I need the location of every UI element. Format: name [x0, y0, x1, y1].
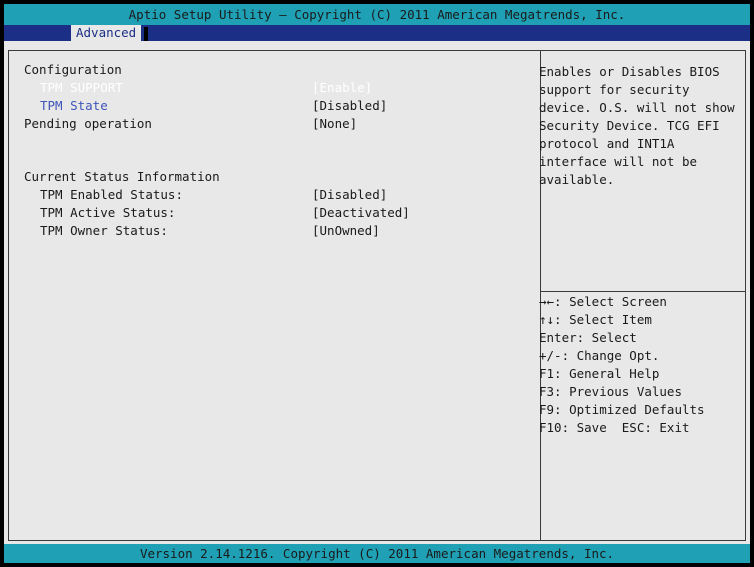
status-owner-label: TPM Owner Status:	[40, 223, 168, 238]
setting-tpm-state-label[interactable]: TPM State	[40, 97, 108, 115]
status-active-value: [Deactivated]	[312, 205, 410, 220]
key-select-screen: →←: Select Screen	[539, 294, 667, 309]
key-previous-values: F3: Previous Values	[539, 384, 682, 399]
main-panel: Configuration TPM SUPPORT [Enable] TPM S…	[4, 41, 750, 544]
help-section-divider	[540, 291, 746, 292]
setting-tpm-support-value[interactable]: [Enable]	[312, 79, 372, 97]
key-save-exit: F10: Save ESC: Exit	[539, 420, 690, 435]
status-active-label: TPM Active Status:	[40, 205, 176, 220]
status-enabled-value: [Disabled]	[312, 187, 388, 202]
tab-advanced[interactable]: Advanced	[71, 25, 142, 41]
status-heading: Current Status Information	[24, 169, 220, 184]
key-enter-select: Enter: Select	[539, 330, 637, 345]
key-change-opt: +/-: Change Opt.	[539, 348, 660, 363]
setting-pending-operation-label: Pending operation	[24, 116, 152, 131]
tab-label: Advanced	[76, 25, 137, 40]
bios-screen: Aptio Setup Utility – Copyright (C) 2011…	[0, 0, 754, 567]
configuration-heading: Configuration	[24, 62, 122, 77]
status-owner-value: [UnOwned]	[312, 223, 380, 238]
key-optimized-defaults: F9: Optimized Defaults	[539, 402, 705, 417]
status-enabled-label: TPM Enabled Status:	[40, 187, 183, 202]
key-general-help: F1: General Help	[539, 366, 660, 381]
title-bar: Aptio Setup Utility – Copyright (C) 2011…	[4, 4, 750, 25]
setting-pending-operation-value: [None]	[312, 116, 358, 131]
footer-bar: Version 2.14.1216. Copyright (C) 2011 Am…	[4, 544, 750, 563]
setting-tpm-support-label[interactable]: TPM SUPPORT	[40, 79, 123, 97]
key-legend: →←: Select Screen ↑↓: Select Item Enter:…	[539, 293, 745, 437]
key-select-item: ↑↓: Select Item	[539, 312, 652, 327]
help-description: Enables or Disables BIOS support for sec…	[539, 64, 735, 187]
setting-tpm-state-value[interactable]: [Disabled]	[312, 97, 387, 115]
app-title: Aptio Setup Utility – Copyright (C) 2011…	[128, 7, 626, 22]
tab-bar: Advanced	[4, 25, 750, 41]
version-text: Version 2.14.1216. Copyright (C) 2011 Am…	[139, 546, 615, 561]
tab-shadow	[144, 27, 148, 41]
